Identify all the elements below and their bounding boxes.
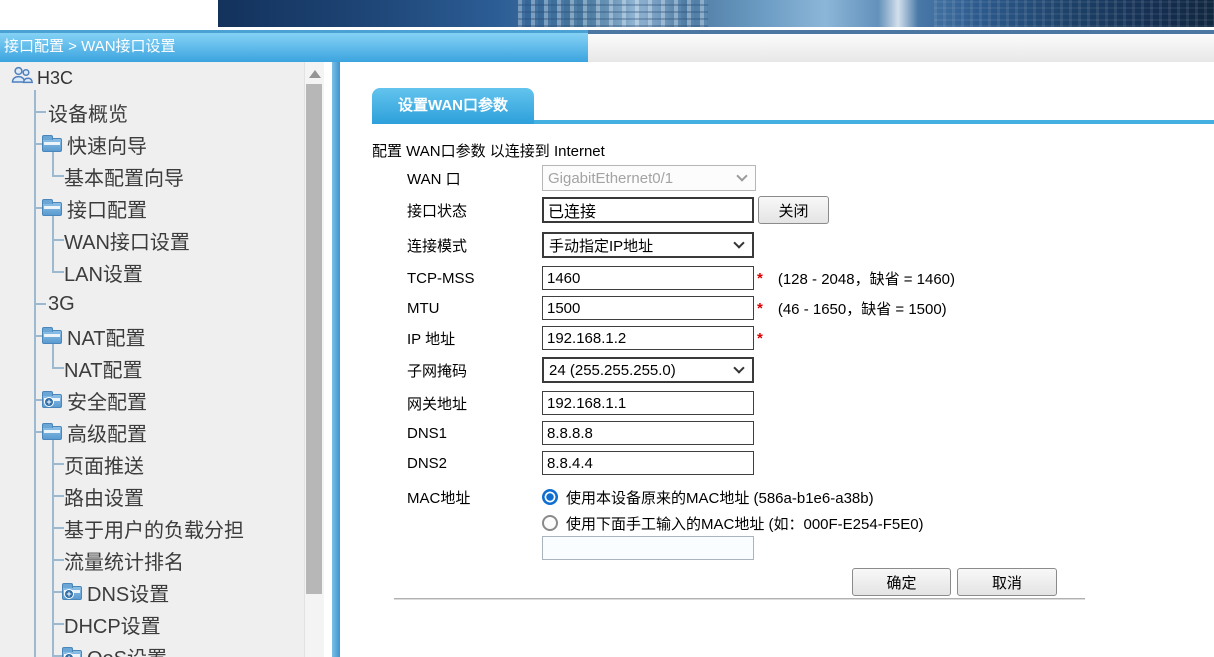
mac-original-option-label: 使用本设备原来的MAC地址 (586a-b1e6-a38b) [566, 489, 874, 507]
sidebar-item-traffic-ranking[interactable]: 流量统计排名 [0, 544, 302, 576]
sidebar-item-dns-settings[interactable]: + DNS设置 [0, 576, 302, 608]
folder-icon [42, 327, 62, 344]
sidebar-gap [324, 62, 332, 657]
sidebar-scrollbar-thumb[interactable] [306, 84, 322, 594]
radio-use-original-mac[interactable] [542, 489, 558, 505]
sidebar-item-page-push[interactable]: 页面推送 [0, 448, 302, 480]
banner-building-windows-right [934, 0, 1214, 27]
connection-mode-select[interactable]: 手动指定IP地址 [542, 232, 754, 258]
required-asterisk: * [757, 269, 763, 287]
tab-wan-settings[interactable]: 设置WAN口参数 [372, 88, 534, 124]
dns1-label: DNS1 [407, 424, 448, 442]
breadcrumb-bar: 接口配置 > WAN接口设置 [0, 30, 588, 62]
interface-status-label: 接口状态 [407, 202, 468, 220]
ok-button[interactable]: 确定 [852, 568, 951, 596]
sidebar-item-user-load-balancing[interactable]: 基于用户的负载分担 [0, 512, 302, 544]
chevron-down-icon [733, 362, 745, 374]
dns1-input[interactable] [542, 421, 754, 445]
folder-icon [42, 135, 62, 152]
banner-image [218, 0, 1214, 27]
folder-icon [42, 423, 62, 440]
sidebar-item-security-config[interactable]: + 安全配置 [0, 384, 302, 416]
sidebar-item-advanced-config[interactable]: 高级配置 [0, 416, 302, 448]
sidebar-item-root-h3c[interactable]: H3C [0, 64, 300, 92]
sidebar-item-interface-config[interactable]: 接口配置 [0, 192, 302, 224]
gateway-label: 网关地址 [407, 395, 468, 413]
h3c-router-config-page: 接口配置 > WAN接口设置 H3C 设备概览 快速向导 基本配置向导 接口配置… [0, 0, 1214, 657]
scroll-up-arrow-icon[interactable] [309, 70, 321, 78]
close-button[interactable]: 关闭 [758, 196, 829, 224]
wan-port-label: WAN 口 [407, 170, 461, 188]
banner-light-band [878, 0, 918, 27]
subnet-mask-select[interactable]: 24 (255.255.255.0) [542, 357, 754, 383]
dns2-input[interactable] [542, 451, 754, 475]
radio-use-manual-mac[interactable] [542, 515, 558, 531]
main-content: 设置WAN口参数 配置 WAN口参数 以连接到 Internet WAN 口 G… [340, 62, 1214, 657]
sidebar-divider [332, 62, 340, 657]
tcp-mss-label: TCP-MSS [407, 269, 475, 287]
dns2-label: DNS2 [407, 454, 448, 472]
ip-address-label: IP 地址 [407, 330, 456, 348]
sidebar-item-route-settings[interactable]: 路由设置 [0, 480, 302, 512]
sidebar-item-device-overview[interactable]: 设备概览 [0, 96, 302, 128]
sidebar-nav-tree: H3C 设备概览 快速向导 基本配置向导 接口配置 WAN接口设置 LAN设置 … [0, 62, 340, 657]
sidebar-item-lan-settings[interactable]: LAN设置 [0, 256, 302, 288]
horizontal-divider [394, 598, 1085, 600]
tcp-mss-input[interactable] [542, 266, 754, 290]
sidebar-item-nat-config-child[interactable]: NAT配置 [0, 352, 302, 384]
cancel-button[interactable]: 取消 [957, 568, 1057, 596]
tcp-mss-hint: (128 - 2048，缺省 = 1460) [777, 270, 956, 288]
banner-building-windows [518, 0, 708, 27]
user-group-icon [10, 65, 34, 91]
connection-mode-label: 连接模式 [407, 237, 468, 255]
interface-status-input[interactable] [542, 197, 754, 223]
wan-port-select: GigabitEthernet0/1 [542, 165, 756, 191]
wan-settings-form: WAN 口 GigabitEthernet0/1 接口状态 关闭 连接模式 手动… [407, 165, 1085, 596]
required-asterisk: * [757, 329, 763, 347]
breadcrumb: 接口配置 > WAN接口设置 [4, 38, 176, 55]
sidebar-item-nat-config[interactable]: NAT配置 [0, 320, 302, 352]
sidebar-item-3g[interactable]: 3G [0, 288, 302, 320]
mac-manual-option-label: 使用下面手工输入的MAC地址 (如：000F-E254-F5E0) [566, 515, 924, 533]
manual-mac-input[interactable] [542, 536, 754, 560]
subnet-mask-label: 子网掩码 [407, 362, 468, 380]
gateway-input[interactable] [542, 391, 754, 415]
sidebar-root-label: H3C [37, 67, 74, 88]
folder-plus-icon: + [42, 391, 62, 408]
mtu-label: MTU [407, 299, 440, 317]
intro-text: 配置 WAN口参数 以连接到 Internet [372, 143, 605, 160]
breadcrumb-bar-right [588, 30, 1214, 62]
sidebar-item-wan-interface-settings[interactable]: WAN接口设置 [0, 224, 302, 256]
chevron-down-icon [733, 237, 745, 249]
mtu-input[interactable] [542, 296, 754, 320]
sidebar-item-quick-wizard[interactable]: 快速向导 [0, 128, 302, 160]
ip-address-input[interactable] [542, 326, 754, 350]
folder-plus-icon: + [62, 583, 82, 600]
folder-icon [42, 199, 62, 216]
chevron-down-icon [736, 170, 748, 182]
folder-plus-icon: + [62, 647, 82, 657]
required-asterisk: * [757, 299, 763, 317]
sidebar-item-qos-settings[interactable]: + QoS设置 [0, 640, 302, 657]
sidebar-item-dhcp-settings[interactable]: DHCP设置 [0, 608, 302, 640]
sidebar-item-basic-config-wizard[interactable]: 基本配置向导 [0, 160, 302, 192]
mtu-hint: (46 - 1650，缺省 = 1500) [777, 300, 947, 318]
mac-address-label: MAC地址 [407, 489, 471, 507]
